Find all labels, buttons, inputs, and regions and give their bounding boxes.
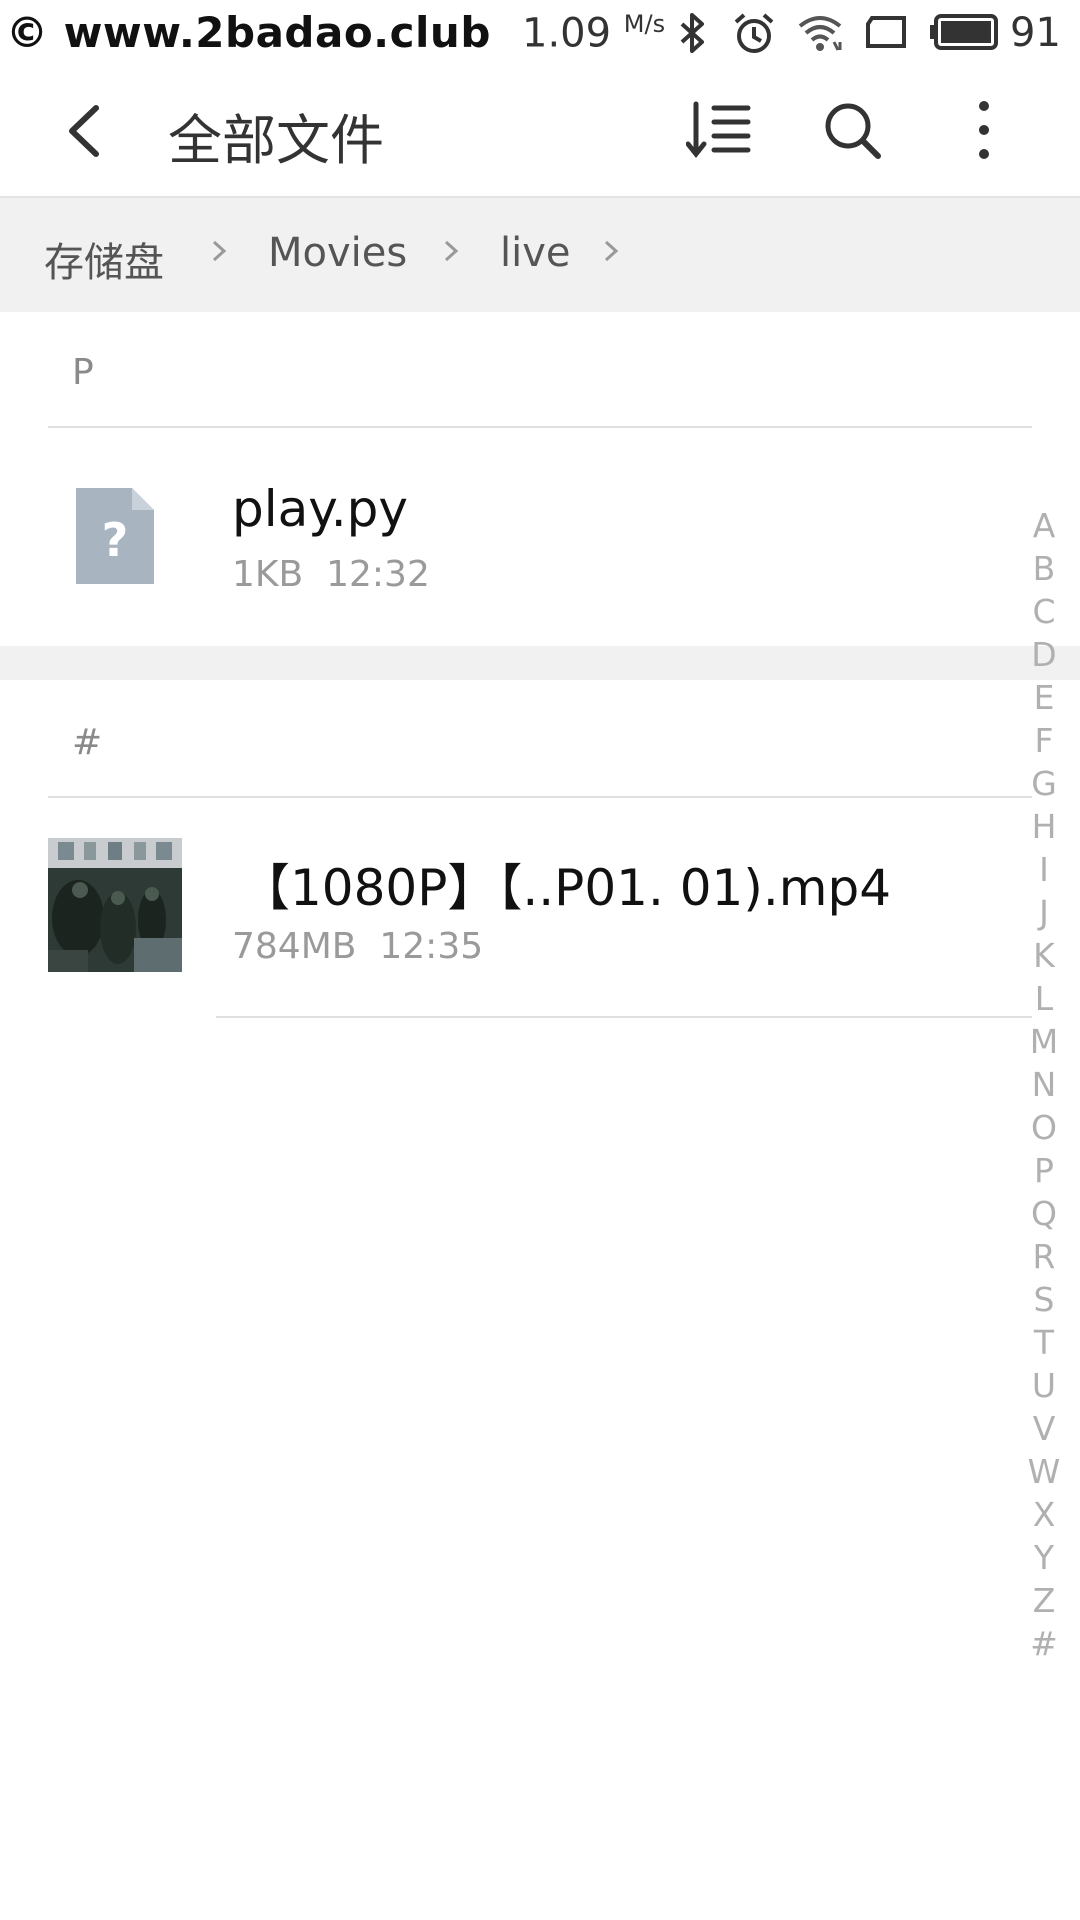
index-letter[interactable]: Z	[1022, 1579, 1066, 1622]
index-letter[interactable]: K	[1022, 934, 1066, 977]
index-letter[interactable]: Y	[1022, 1536, 1066, 1579]
status-bar: © www.2badao.club 1.09 M/s 91	[0, 0, 1080, 66]
breadcrumb-item-movies[interactable]: Movies	[268, 230, 407, 276]
index-letter[interactable]: E	[1022, 676, 1066, 719]
svg-text:?: ?	[102, 513, 129, 567]
screen-icon	[866, 16, 906, 48]
list-item[interactable]: ? play.py 1KB 12:32	[0, 450, 1030, 640]
chevron-right-icon	[604, 240, 619, 262]
section-header-p: P	[72, 352, 94, 393]
breadcrumb-item-storage[interactable]: 存储盘	[44, 230, 164, 288]
index-letter[interactable]: J	[1022, 891, 1066, 934]
section-separator	[0, 646, 1080, 680]
network-speed: 1.09 M/s	[522, 10, 666, 57]
index-letter[interactable]: G	[1022, 762, 1066, 805]
file-name: 【1080P】【..P01. 01).mp4	[240, 859, 892, 917]
sort-icon[interactable]	[686, 96, 754, 164]
wifi-icon	[798, 16, 842, 51]
index-letter[interactable]: F	[1022, 719, 1066, 762]
index-letter[interactable]: M	[1022, 1020, 1066, 1063]
divider	[48, 426, 1032, 428]
file-meta: 1KB 12:32	[232, 554, 430, 595]
alphabet-index[interactable]: A B C D E F G H I J K L M N O P Q R S T U V W X Y Z #	[1022, 504, 1066, 1665]
chevron-right-icon	[444, 240, 459, 262]
back-arrow-icon[interactable]	[52, 96, 122, 166]
bluetooth-icon	[680, 13, 704, 53]
index-letter[interactable]: S	[1022, 1278, 1066, 1321]
unknown-file-icon: ?	[76, 488, 154, 584]
file-meta: 784MB 12:35	[232, 926, 484, 967]
index-letter[interactable]: B	[1022, 547, 1066, 590]
index-letter[interactable]: O	[1022, 1106, 1066, 1149]
list-item[interactable]: 【1080P】【..P01. 01).mp4 784MB 12:35	[0, 838, 1030, 1018]
index-letter[interactable]: A	[1022, 504, 1066, 547]
index-letter[interactable]: I	[1022, 848, 1066, 891]
index-letter[interactable]: W	[1022, 1450, 1066, 1493]
divider	[48, 796, 1032, 798]
page-title: 全部文件	[168, 109, 384, 172]
index-letter[interactable]: Q	[1022, 1192, 1066, 1235]
breadcrumb-item-live[interactable]: live	[500, 230, 571, 276]
search-icon[interactable]	[818, 96, 886, 164]
divider	[216, 1016, 1032, 1018]
battery-icon	[930, 14, 998, 50]
section-header-hash: #	[72, 722, 103, 763]
index-letter[interactable]: X	[1022, 1493, 1066, 1536]
more-vertical-icon[interactable]	[950, 96, 1018, 164]
index-letter[interactable]: N	[1022, 1063, 1066, 1106]
battery-percent: 91	[1010, 10, 1061, 56]
breadcrumb: 存储盘 Movies live	[0, 198, 1080, 312]
chevron-right-icon	[212, 240, 227, 262]
index-letter[interactable]: U	[1022, 1364, 1066, 1407]
index-letter[interactable]: L	[1022, 977, 1066, 1020]
file-name: play.py	[232, 480, 408, 538]
video-thumbnail	[48, 838, 182, 972]
index-letter[interactable]: R	[1022, 1235, 1066, 1278]
index-letter[interactable]: H	[1022, 805, 1066, 848]
title-bar: 全部文件	[0, 66, 1080, 198]
watermark-text: © www.2badao.club	[6, 8, 491, 57]
index-letter[interactable]: #	[1022, 1622, 1066, 1665]
index-letter[interactable]: D	[1022, 633, 1066, 676]
index-letter[interactable]: T	[1022, 1321, 1066, 1364]
index-letter[interactable]: C	[1022, 590, 1066, 633]
index-letter[interactable]: V	[1022, 1407, 1066, 1450]
index-letter[interactable]: P	[1022, 1149, 1066, 1192]
alarm-icon	[734, 13, 774, 53]
